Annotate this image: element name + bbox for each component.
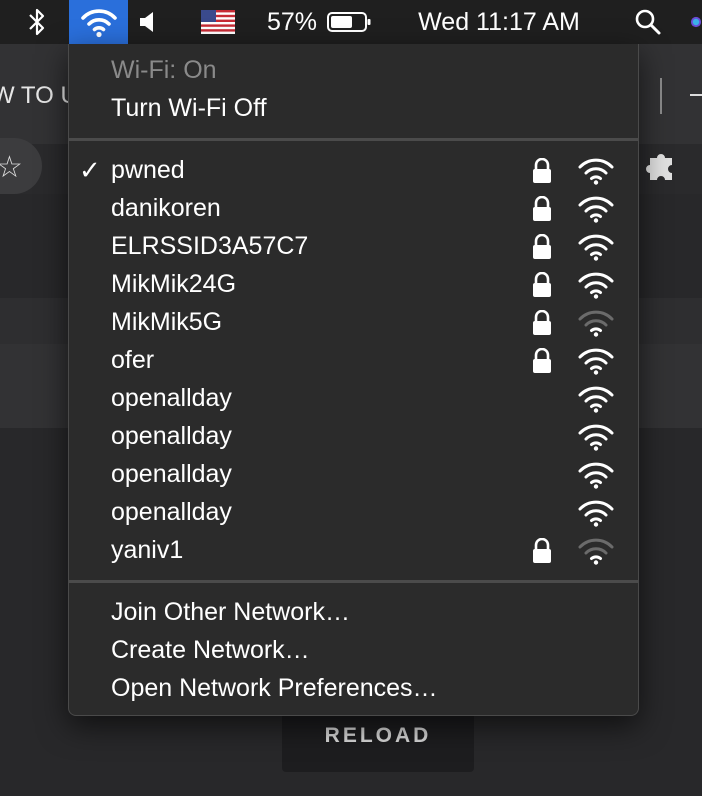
network-name: MikMik24G xyxy=(111,270,237,298)
network-name: openallday xyxy=(111,498,232,526)
lock-icon xyxy=(531,233,553,265)
lock-icon xyxy=(531,195,553,227)
network-name: openallday xyxy=(111,384,232,412)
volume-icon[interactable] xyxy=(134,0,160,44)
wifi-icon[interactable] xyxy=(69,0,128,44)
tab-separator xyxy=(660,78,662,114)
network-item[interactable]: MikMik24G xyxy=(69,265,638,303)
battery-icon[interactable] xyxy=(325,0,373,44)
wifi-signal-icon xyxy=(577,537,615,570)
lock-icon xyxy=(531,537,553,569)
wifi-signal-icon xyxy=(577,385,615,418)
join-other-network-item[interactable]: Join Other Network… xyxy=(111,598,350,627)
network-name: openallday xyxy=(111,460,232,488)
us-flag-icon[interactable] xyxy=(200,0,236,44)
network-name: MikMik5G xyxy=(111,308,223,336)
network-item[interactable]: openallday xyxy=(69,493,638,531)
lock-icon xyxy=(531,347,553,379)
lock-icon xyxy=(531,157,553,189)
window-control[interactable] xyxy=(690,94,702,96)
network-item[interactable]: danikoren xyxy=(69,189,638,227)
battery-percent[interactable]: 57% xyxy=(262,0,322,44)
network-item[interactable]: openallday xyxy=(69,417,638,455)
wifi-signal-icon xyxy=(577,347,615,380)
network-name: openallday xyxy=(111,422,232,450)
wifi-signal-icon xyxy=(577,195,615,228)
network-item[interactable]: openallday xyxy=(69,379,638,417)
turn-wifi-off-item[interactable]: Turn Wi-Fi Off xyxy=(111,94,267,123)
checkmark-icon: ✓ xyxy=(79,155,101,185)
wifi-signal-icon xyxy=(577,423,615,456)
network-name: yaniv1 xyxy=(111,536,184,564)
network-name: pwned xyxy=(111,156,185,184)
siri-icon[interactable] xyxy=(690,0,702,44)
browser-tab-title[interactable]: W TO U xyxy=(0,82,78,110)
wifi-menu: Wi-Fi: On Turn Wi-Fi Off ✓ pwned danikoren… xyxy=(68,44,639,716)
wifi-signal-icon xyxy=(577,461,615,494)
wifi-signal-icon xyxy=(577,499,615,532)
bluetooth-icon[interactable] xyxy=(20,0,54,44)
network-item[interactable]: ELRSSID3A57C7 xyxy=(69,227,638,265)
clock[interactable]: Wed 11:17 AM xyxy=(404,0,594,44)
network-item[interactable]: ✓ pwned xyxy=(69,151,638,189)
open-network-preferences-item[interactable]: Open Network Preferences… xyxy=(111,674,438,703)
star-icon[interactable]: ☆ xyxy=(0,150,23,185)
network-name: ELRSSID3A57C7 xyxy=(111,232,309,260)
create-network-item[interactable]: Create Network… xyxy=(111,636,310,665)
menu-divider xyxy=(69,138,638,141)
wifi-signal-icon xyxy=(577,233,615,266)
wifi-signal-icon xyxy=(577,309,615,342)
menu-bar: 57% Wed 11:17 AM xyxy=(0,0,702,44)
network-item[interactable]: ofer xyxy=(69,341,638,379)
lock-icon xyxy=(531,309,553,341)
network-item[interactable]: yaniv1 xyxy=(69,531,638,569)
network-name: ofer xyxy=(111,346,155,374)
spotlight-search-icon[interactable] xyxy=(630,0,666,44)
network-item[interactable]: openallday xyxy=(69,455,638,493)
wifi-signal-icon xyxy=(577,271,615,304)
network-name: danikoren xyxy=(111,194,221,222)
wifi-status: Wi-Fi: On xyxy=(111,56,217,84)
menu-divider xyxy=(69,580,638,583)
network-item[interactable]: MikMik5G xyxy=(69,303,638,341)
wifi-signal-icon xyxy=(577,157,615,190)
puzzle-icon[interactable] xyxy=(646,148,678,187)
lock-icon xyxy=(531,271,553,303)
